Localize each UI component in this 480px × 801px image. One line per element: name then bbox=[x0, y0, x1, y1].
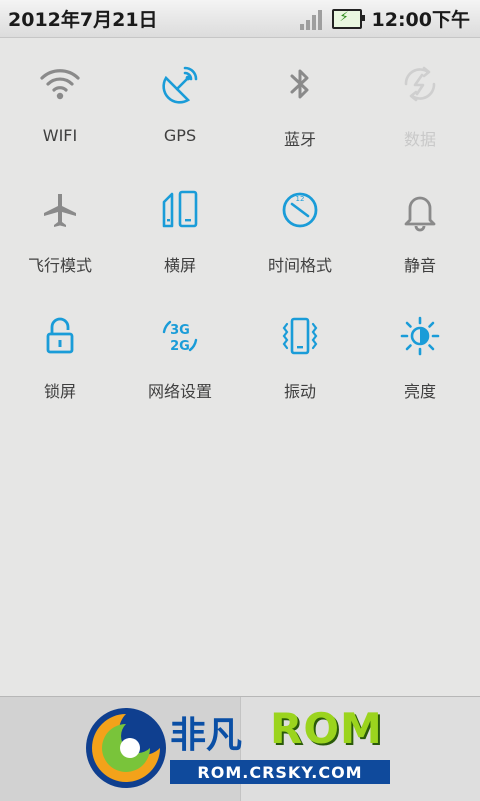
status-date: 2012年7月21日 bbox=[8, 9, 158, 31]
svg-text:12: 12 bbox=[296, 195, 305, 203]
toggle-label: 亮度 bbox=[403, 382, 436, 401]
toggle-label: WIFI bbox=[42, 126, 78, 145]
toggle-vibrate[interactable]: 振动 bbox=[240, 304, 360, 430]
toggle-label: 振动 bbox=[283, 382, 316, 401]
quick-toggles-grid: WIFI GPS 蓝牙 数据 飞行模式 横屏 12 时间格式 静音 锁屏 3G … bbox=[0, 52, 480, 430]
toggle-bluetooth[interactable]: 蓝牙 bbox=[240, 52, 360, 178]
rotate-screen-icon bbox=[156, 186, 204, 234]
toggle-silent[interactable]: 静音 bbox=[360, 178, 480, 304]
signal-icon bbox=[299, 8, 322, 30]
bluetooth-icon bbox=[276, 60, 324, 108]
toggle-label: 横屏 bbox=[163, 256, 196, 275]
lock-icon bbox=[36, 312, 84, 360]
bell-icon bbox=[396, 186, 444, 234]
toggle-label: 锁屏 bbox=[43, 382, 76, 401]
status-time: 12:00下午 bbox=[371, 9, 470, 31]
battery-icon: ⚡ bbox=[331, 8, 365, 29]
network-3g2g-icon: 3G 2G bbox=[156, 312, 204, 360]
toggle-airplane-mode[interactable]: 飞行模式 bbox=[0, 178, 120, 304]
toggle-label: 数据 bbox=[403, 130, 436, 149]
svg-text:2G: 2G bbox=[170, 339, 190, 354]
watermark-brand-cn: 非凡 bbox=[170, 715, 243, 756]
toggle-rotate-screen[interactable]: 横屏 bbox=[120, 178, 240, 304]
toggle-label: 蓝牙 bbox=[283, 130, 316, 149]
toggle-label: 静音 bbox=[403, 256, 436, 275]
toggle-label: 网络设置 bbox=[147, 382, 212, 401]
status-bar: 2012年7月21日 ⚡ 12:00下午 bbox=[0, 0, 480, 38]
toggle-label: 时间格式 bbox=[267, 256, 332, 275]
status-indicators: ⚡ 12:00下午 bbox=[299, 5, 470, 32]
brightness-icon bbox=[396, 312, 444, 360]
airplane-icon bbox=[36, 186, 84, 234]
toggle-wifi[interactable]: WIFI bbox=[0, 52, 120, 178]
watermark-brand-en: ROM bbox=[270, 704, 383, 753]
swirl-logo-icon bbox=[86, 708, 166, 788]
toggle-lock-screen[interactable]: 锁屏 bbox=[0, 304, 120, 430]
wifi-icon bbox=[36, 60, 84, 108]
watermark-logo: 非凡 ROM ROM.CRSKY.COM bbox=[80, 698, 400, 794]
toggle-data[interactable]: 数据 bbox=[360, 52, 480, 178]
gps-icon bbox=[156, 60, 204, 108]
clock-icon: 12 bbox=[276, 186, 324, 234]
data-icon bbox=[396, 60, 444, 108]
toggle-label: GPS bbox=[163, 126, 197, 145]
toggle-network-settings[interactable]: 3G 2G 网络设置 bbox=[120, 304, 240, 430]
toggle-gps[interactable]: GPS bbox=[120, 52, 240, 178]
toggle-time-format[interactable]: 12 时间格式 bbox=[240, 178, 360, 304]
toggle-brightness[interactable]: 亮度 bbox=[360, 304, 480, 430]
svg-text:3G: 3G bbox=[170, 323, 190, 338]
watermark-url: ROM.CRSKY.COM bbox=[170, 760, 390, 784]
toggle-label: 飞行模式 bbox=[27, 256, 92, 275]
vibrate-icon bbox=[276, 312, 324, 360]
